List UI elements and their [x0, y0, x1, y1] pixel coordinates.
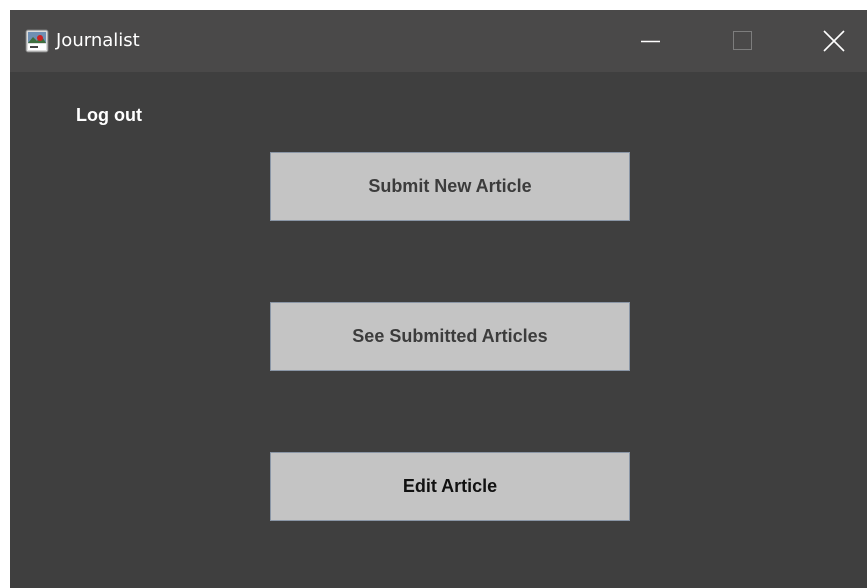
- close-icon: [823, 30, 845, 52]
- main-panel: Log out Submit New Article See Submitted…: [10, 72, 867, 588]
- window-title: Journalist: [56, 30, 140, 51]
- log-out-link[interactable]: Log out: [76, 102, 142, 128]
- edit-article-button[interactable]: Edit Article: [270, 452, 630, 521]
- maximize-button[interactable]: [712, 10, 772, 72]
- minimize-icon: [641, 40, 660, 43]
- minimize-button[interactable]: [620, 10, 680, 72]
- see-submitted-articles-button[interactable]: See Submitted Articles: [270, 302, 630, 371]
- submit-new-article-button[interactable]: Submit New Article: [270, 152, 630, 221]
- java-app-icon: [25, 29, 49, 53]
- title-bar[interactable]: Journalist: [10, 10, 867, 72]
- close-button[interactable]: [804, 10, 864, 72]
- maximize-icon: [733, 31, 752, 50]
- journalist-window: Journalist Log out Submit New Article Se…: [10, 10, 867, 588]
